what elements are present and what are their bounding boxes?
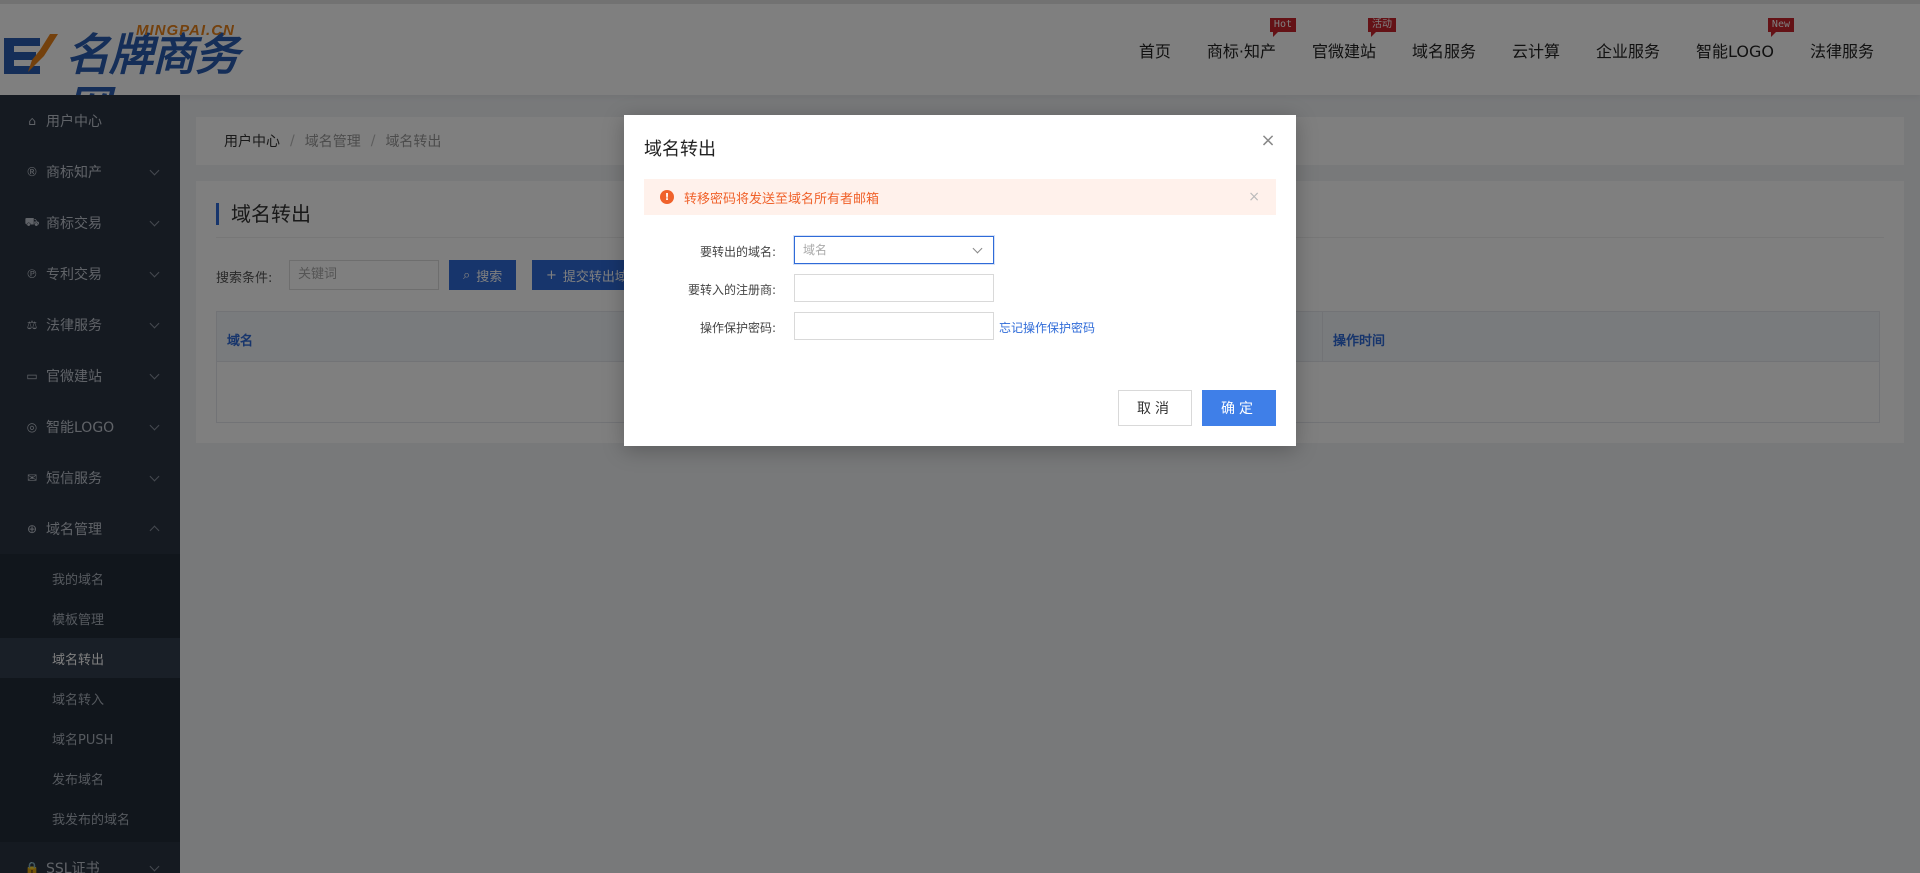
alert-text: 转移密码将发送至域名所有者邮箱 <box>684 191 880 207</box>
form-row-password: 操作保护密码: 忘记操作保护密码 <box>624 312 1296 342</box>
form-row-domain: 要转出的域名: 域名 <box>624 236 1296 266</box>
close-icon[interactable]: × <box>1260 132 1276 150</box>
protect-password-input[interactable] <box>794 312 994 340</box>
info-alert: ! 转移密码将发送至域名所有者邮箱 × <box>644 179 1276 215</box>
password-field-label: 操作保护密码: <box>699 321 776 335</box>
warning-icon: ! <box>660 190 674 204</box>
transfer-out-dialog: 域名转出 × ! 转移密码将发送至域名所有者邮箱 × 要转出的域名: 域名 要转… <box>624 115 1296 446</box>
registrar-input[interactable] <box>794 274 994 302</box>
domain-select[interactable]: 域名 <box>794 236 994 264</box>
cancel-button[interactable]: 取消 <box>1118 390 1192 426</box>
alert-close-icon[interactable]: × <box>1248 189 1260 205</box>
form-row-registrar: 要转入的注册商: <box>624 274 1296 304</box>
dialog-title: 域名转出 <box>644 139 716 160</box>
confirm-button[interactable]: 确定 <box>1202 390 1276 426</box>
domain-field-label: 要转出的域名: <box>699 245 776 259</box>
forgot-password-link[interactable]: 忘记操作保护密码 <box>999 319 1095 336</box>
registrar-field-label: 要转入的注册商: <box>687 283 776 297</box>
chevron-down-icon <box>972 243 983 254</box>
